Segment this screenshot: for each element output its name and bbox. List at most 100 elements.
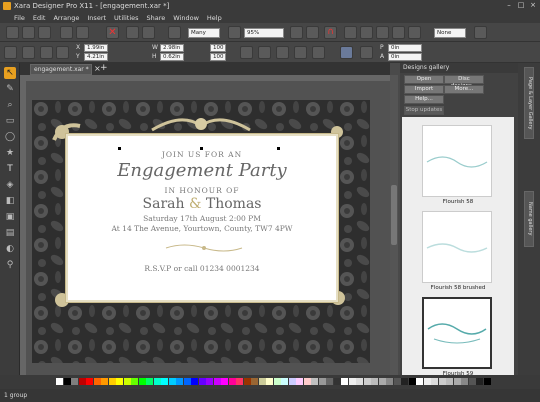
palette-swatch[interactable] xyxy=(71,378,78,385)
y-field[interactable]: 4.21in xyxy=(84,53,108,61)
palette-swatch[interactable] xyxy=(483,378,491,385)
palette-swatch[interactable] xyxy=(258,378,266,385)
lock-aspect-icon[interactable] xyxy=(240,46,253,59)
menu-edit[interactable]: Edit xyxy=(33,14,46,22)
gallery-more-button[interactable]: More... xyxy=(444,85,484,94)
palette-swatch[interactable] xyxy=(266,378,273,385)
grid-icon[interactable] xyxy=(360,26,373,39)
palette-swatch[interactable] xyxy=(326,378,333,385)
color-picker-icon[interactable]: ◐ xyxy=(4,243,16,255)
undo-icon[interactable] xyxy=(126,26,139,39)
star-tool-icon[interactable]: ★ xyxy=(4,147,16,159)
palette-swatch[interactable] xyxy=(348,378,356,385)
add-tab-icon[interactable]: + xyxy=(100,63,108,73)
magnifier-icon[interactable]: ⚲ xyxy=(4,259,16,271)
gallery-open-button[interactable]: Open xyxy=(404,75,444,84)
selection-handle[interactable] xyxy=(277,147,280,150)
palette-swatch[interactable] xyxy=(153,378,161,385)
gallery-item-flourish-58-brushed[interactable] xyxy=(422,211,492,283)
redo-icon[interactable] xyxy=(142,26,155,39)
palette-swatch[interactable] xyxy=(386,378,393,385)
contour-tool-icon[interactable]: ▤ xyxy=(4,227,16,239)
transparency-tool-icon[interactable]: ◧ xyxy=(4,195,16,207)
combine-icon[interactable] xyxy=(312,46,325,59)
palette-swatch[interactable] xyxy=(228,378,236,385)
text-tool-icon[interactable]: T xyxy=(4,163,16,175)
menu-file[interactable]: File xyxy=(14,14,25,22)
zoom-tool-icon[interactable]: ⌕ xyxy=(4,99,16,111)
palette-swatch[interactable] xyxy=(63,378,71,385)
view-icon[interactable] xyxy=(408,26,421,39)
copy-icon[interactable] xyxy=(60,26,73,39)
gallery-import-button[interactable]: Import xyxy=(404,85,444,94)
x-field[interactable]: 1.99in xyxy=(84,44,108,52)
palette-swatch[interactable] xyxy=(191,378,198,385)
palette-swatch[interactable] xyxy=(251,378,258,385)
scroll-thumb[interactable] xyxy=(391,185,397,245)
selection-handle[interactable] xyxy=(118,147,121,150)
zoom-fit-icon[interactable] xyxy=(306,26,319,39)
palette-swatch[interactable] xyxy=(431,378,438,385)
maximize-icon[interactable]: □ xyxy=(516,1,526,10)
close-icon[interactable]: × xyxy=(528,1,538,10)
save-icon[interactable] xyxy=(38,26,51,39)
eraser-tool-icon[interactable]: ▭ xyxy=(4,115,16,127)
gallery-help-button[interactable]: Help... xyxy=(404,95,444,104)
magnet-icon[interactable]: ∩ xyxy=(324,26,337,39)
palette-swatch[interactable] xyxy=(243,378,251,385)
gallery-stop-updates-button[interactable]: Stop updates xyxy=(404,106,444,115)
snap-icon[interactable] xyxy=(344,26,357,39)
scale-x-field[interactable]: 100 xyxy=(210,44,226,52)
gallery-list[interactable]: Flourish 58 Flourish 58 brushed Flourish… xyxy=(402,117,514,377)
palette-swatch[interactable] xyxy=(446,378,453,385)
menu-share[interactable]: Share xyxy=(147,14,166,22)
zoom-page-icon[interactable] xyxy=(290,26,303,39)
height-field[interactable]: 0.62in xyxy=(160,53,184,61)
palette-swatch[interactable] xyxy=(168,378,176,385)
palette-swatch[interactable] xyxy=(288,378,296,385)
zoom-value-select[interactable]: 95% xyxy=(244,28,284,38)
document-page[interactable]: JOIN US FOR AN Engagement Party IN HONOU… xyxy=(32,100,370,363)
menu-window[interactable]: Window xyxy=(173,14,199,22)
palette-swatch[interactable] xyxy=(213,378,221,385)
shadow-tool-icon[interactable]: ▣ xyxy=(4,211,16,223)
menu-utilities[interactable]: Utilities xyxy=(114,14,138,22)
palette-swatch[interactable] xyxy=(311,378,318,385)
palette-swatch[interactable] xyxy=(138,378,146,385)
palette-swatch[interactable] xyxy=(161,378,168,385)
open-icon[interactable] xyxy=(22,26,35,39)
palette-swatch[interactable] xyxy=(236,378,243,385)
palette-swatch[interactable] xyxy=(378,378,386,385)
zoom-mode-select[interactable]: Many xyxy=(188,28,220,38)
palette-swatch[interactable] xyxy=(416,378,423,385)
palette-swatch[interactable] xyxy=(423,378,431,385)
palette-swatch[interactable] xyxy=(318,378,326,385)
p-field[interactable]: 0in xyxy=(388,44,422,52)
palette-swatch[interactable] xyxy=(206,378,213,385)
page-layer-gallery-tab[interactable]: Page & Layer Gallery xyxy=(524,67,534,139)
palette-swatch[interactable] xyxy=(371,378,378,385)
palette-swatch[interactable] xyxy=(78,378,86,385)
transform-icon[interactable] xyxy=(258,46,271,59)
palette-swatch[interactable] xyxy=(393,378,401,385)
palette-swatch[interactable] xyxy=(453,378,461,385)
vertical-scrollbar[interactable] xyxy=(390,75,398,375)
palette-swatch[interactable] xyxy=(461,378,468,385)
palette-swatch[interactable] xyxy=(221,378,228,385)
selector-tool-icon[interactable]: ↖ xyxy=(4,67,16,79)
palette-swatch[interactable] xyxy=(131,378,138,385)
palette-swatch[interactable] xyxy=(281,378,288,385)
palette-swatch[interactable] xyxy=(303,378,311,385)
bevel-icon[interactable] xyxy=(340,46,353,59)
quality-select[interactable]: None xyxy=(434,28,466,38)
palette-swatch[interactable] xyxy=(123,378,131,385)
paste-icon[interactable] xyxy=(76,26,89,39)
invitation-card[interactable]: JOIN US FOR AN Engagement Party IN HONOU… xyxy=(65,133,339,303)
palette-swatch[interactable] xyxy=(116,378,123,385)
palette-swatch[interactable] xyxy=(176,378,183,385)
shape-tool-icon[interactable]: ◯ xyxy=(4,131,16,143)
width-field[interactable]: 2.98in xyxy=(160,44,184,52)
palette-swatch[interactable] xyxy=(93,378,101,385)
palette-swatch[interactable] xyxy=(101,378,108,385)
new-document-icon[interactable] xyxy=(6,26,19,39)
